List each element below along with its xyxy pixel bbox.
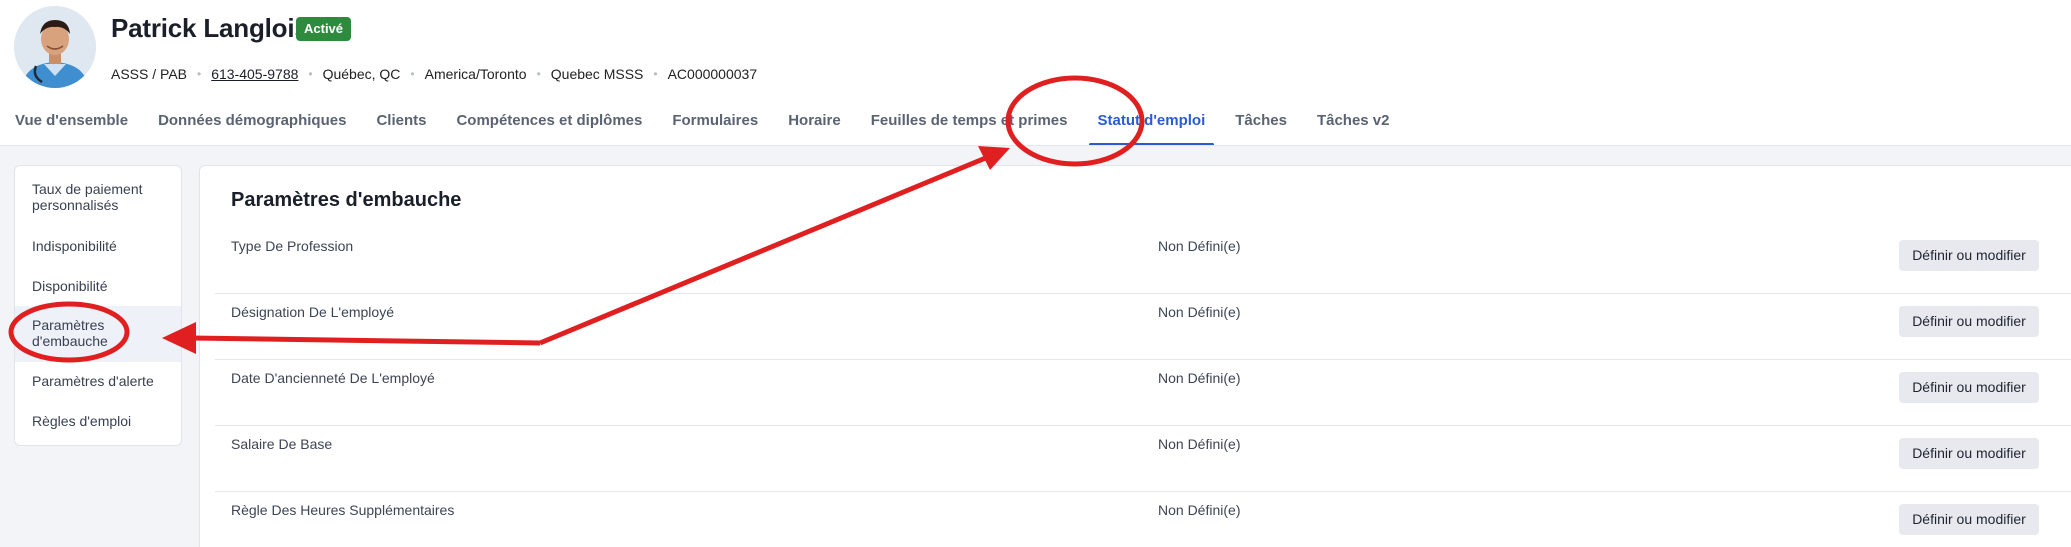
- tab-skills-diplomas[interactable]: Compétences et diplômes: [441, 104, 657, 146]
- settings-row-overtime-rule: Règle Des Heures Supplémentaires Non Déf…: [215, 492, 2071, 547]
- define-modify-button[interactable]: Définir ou modifier: [1899, 438, 2039, 469]
- sidebar-item-label: Indisponibilité: [32, 238, 117, 254]
- tab-timesheets[interactable]: Feuilles de temps et primes: [856, 104, 1083, 146]
- meta-phone-link[interactable]: 613-405-9788: [211, 66, 298, 82]
- settings-row-base-salary: Salaire De Base Non Défini(e) Définir ou…: [215, 426, 2071, 492]
- tab-tasks[interactable]: Tâches: [1220, 104, 1302, 146]
- sidebar-item-employment-rules[interactable]: Règles d'emploi: [15, 413, 181, 429]
- define-modify-button[interactable]: Définir ou modifier: [1899, 372, 2039, 403]
- sidebar-item-unavailability[interactable]: Indisponibilité: [15, 238, 181, 254]
- profile-tabs: Vue d'ensemble Données démographiques Cl…: [0, 104, 1389, 146]
- meta-organization: Quebec MSSS: [550, 66, 644, 82]
- meta-separator: •: [410, 67, 415, 81]
- tab-schedule[interactable]: Horaire: [773, 104, 856, 146]
- row-value: Non Défini(e): [1158, 370, 1241, 386]
- define-modify-button[interactable]: Définir ou modifier: [1899, 306, 2039, 337]
- profile-name: Patrick Langlois: [111, 13, 309, 43]
- meta-separator: •: [653, 67, 658, 81]
- tab-forms[interactable]: Formulaires: [657, 104, 773, 146]
- row-value: Non Défini(e): [1158, 238, 1241, 254]
- row-label: Date D'ancienneté De L'employé: [231, 370, 435, 386]
- sidebar-item-label: Règles d'emploi: [32, 413, 132, 429]
- row-value: Non Défini(e): [1158, 502, 1241, 518]
- meta-employee-id: AC000000037: [667, 66, 758, 82]
- sidebar-item-label: Taux de paiement: [32, 181, 143, 197]
- define-modify-button[interactable]: Définir ou modifier: [1899, 504, 2039, 535]
- employment-sidebar: Taux de paiement personnalisés Indisponi…: [14, 165, 182, 446]
- tab-demographics[interactable]: Données démographiques: [143, 104, 361, 146]
- avatar[interactable]: [14, 6, 96, 88]
- row-label: Salaire De Base: [231, 436, 333, 452]
- meta-location: Québec, QC: [322, 66, 401, 82]
- tab-tasks-v2[interactable]: Tâches v2: [1302, 104, 1405, 146]
- sidebar-item-label: d'embauche: [32, 333, 108, 349]
- row-value: Non Défini(e): [1158, 436, 1241, 452]
- profile-header: Patrick Langlois Activé ASSS / PAB • 613…: [0, 0, 2071, 148]
- meta-separator: •: [536, 67, 541, 81]
- meta-timezone: America/Toronto: [424, 66, 527, 82]
- sidebar-item-alert-settings[interactable]: Paramètres d'alerte: [15, 373, 181, 389]
- meta-role: ASSS / PAB: [111, 66, 187, 82]
- sidebar-item-custom-pay-rates[interactable]: Taux de paiement personnalisés: [15, 181, 181, 213]
- app-root: Patrick Langlois Activé ASSS / PAB • 613…: [0, 0, 2071, 547]
- person-avatar-icon: [14, 6, 96, 88]
- sidebar-item-label: personnalisés: [32, 197, 119, 213]
- tab-clients[interactable]: Clients: [361, 104, 441, 146]
- tab-employment-status[interactable]: Statut d'emploi: [1083, 104, 1221, 146]
- status-badge: Activé: [296, 17, 352, 41]
- row-label: Désignation De L'employé: [231, 304, 394, 320]
- meta-separator: •: [308, 67, 313, 81]
- sidebar-item-hiring-settings[interactable]: Paramètres d'embauche: [15, 306, 181, 362]
- row-label: Type De Profession: [231, 238, 354, 254]
- settings-row-profession-type: Type De Profession Non Défini(e) Définir…: [215, 228, 2071, 294]
- row-value: Non Défini(e): [1158, 304, 1241, 320]
- panel-title: Paramètres d'embauche: [231, 189, 462, 211]
- sidebar-item-label: Paramètres d'alerte: [32, 373, 154, 389]
- sidebar-item-availability[interactable]: Disponibilité: [15, 278, 181, 294]
- sidebar-item-label: Disponibilité: [32, 278, 108, 294]
- define-modify-button[interactable]: Définir ou modifier: [1899, 240, 2039, 271]
- profile-meta: ASSS / PAB • 613-405-9788 • Québec, QC •…: [111, 64, 757, 84]
- meta-separator: •: [197, 67, 202, 81]
- settings-row-seniority-date: Date D'ancienneté De L'employé Non Défin…: [215, 360, 2071, 426]
- tab-overview[interactable]: Vue d'ensemble: [0, 104, 143, 146]
- row-label: Règle Des Heures Supplémentaires: [231, 502, 455, 518]
- settings-row-employee-designation: Désignation De L'employé Non Défini(e) D…: [215, 294, 2071, 360]
- sidebar-item-label: Paramètres: [32, 317, 105, 333]
